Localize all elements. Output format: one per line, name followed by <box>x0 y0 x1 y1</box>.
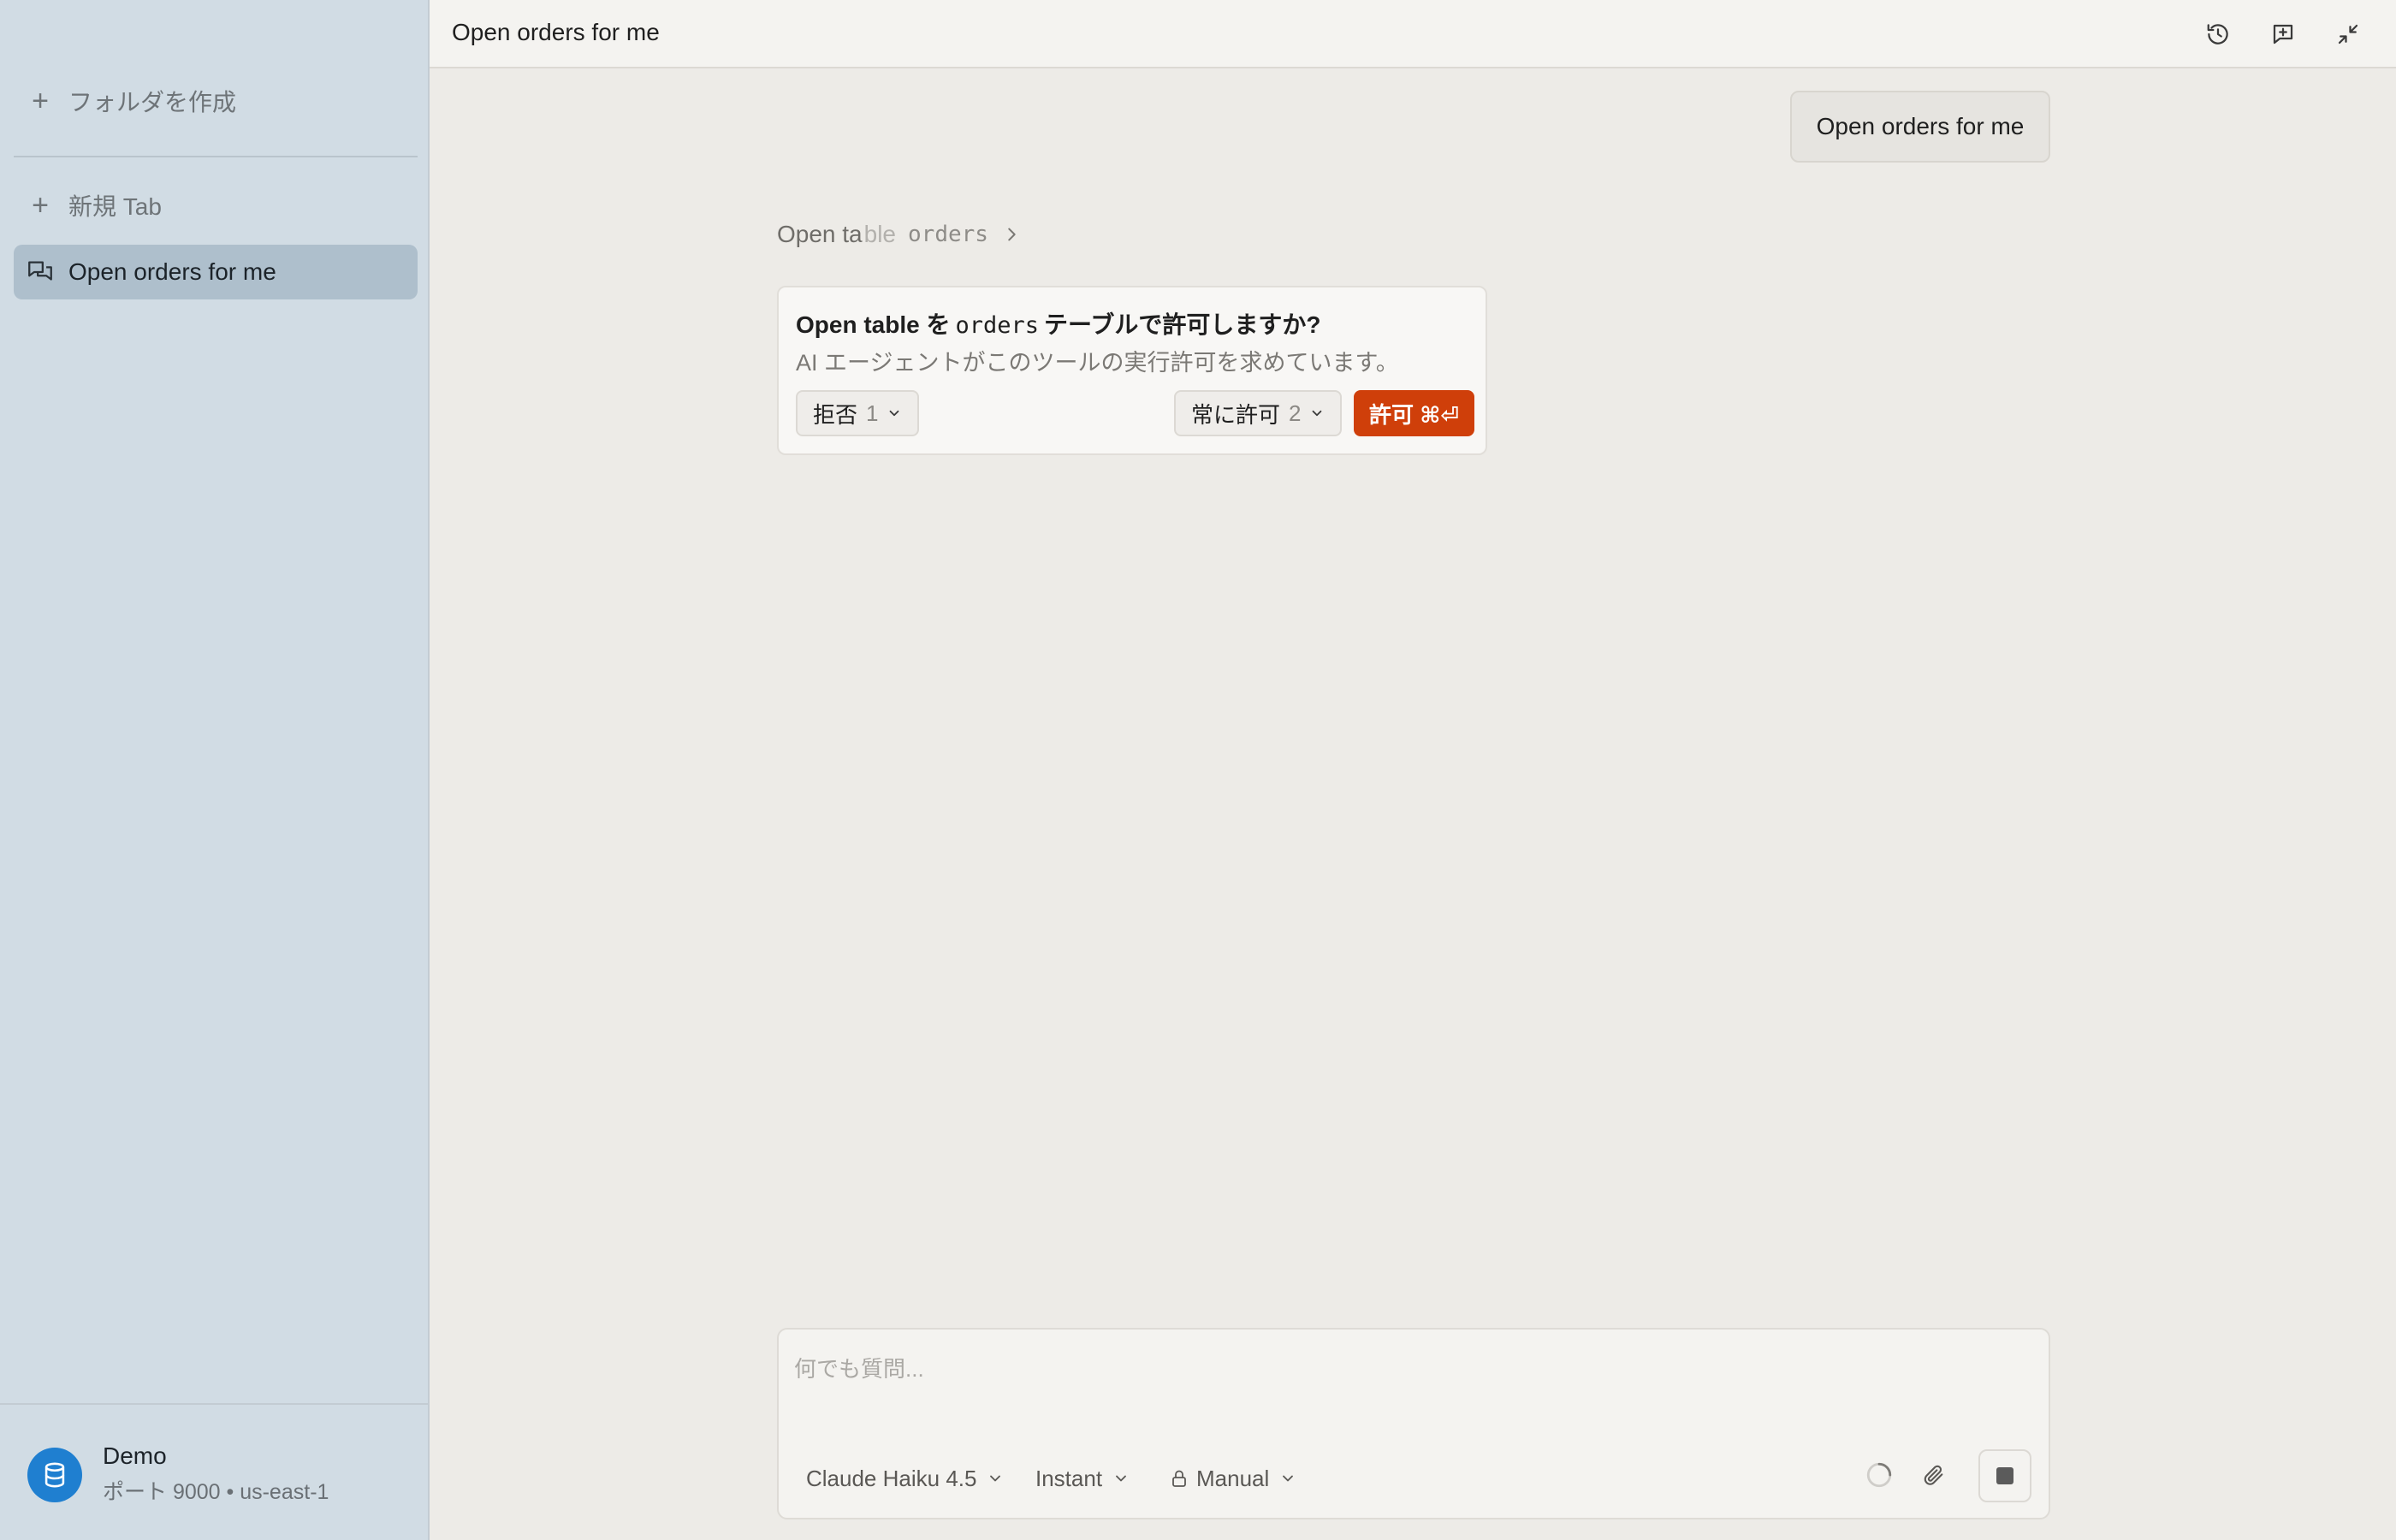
chevron-right-icon <box>1002 225 1021 244</box>
new-chat-icon <box>2270 21 2296 47</box>
permission-title-code: orders <box>955 312 1040 339</box>
create-folder-button[interactable]: + フォルダを作成 <box>26 75 236 127</box>
connection-detail: ポート 9000 • us-east-1 <box>103 1480 329 1504</box>
new-chat-button[interactable] <box>2266 17 2300 51</box>
connection-info[interactable]: Demo ポート 9000 • us-east-1 <box>0 1403 428 1540</box>
model-selector[interactable]: Claude Haiku 4.5 <box>806 1461 1004 1496</box>
new-tab-label: 新規 Tab <box>68 193 162 220</box>
permission-request-card: Open table を orders テーブルで許可しますか? AI エージェント… <box>777 286 1487 455</box>
deny-button[interactable]: 拒否 1 <box>796 390 920 436</box>
deny-label: 拒否 <box>813 401 858 428</box>
always-allow-shortcut: 2 <box>1289 400 1302 426</box>
stop-icon <box>1996 1467 2013 1484</box>
new-tab-button[interactable]: + 新規 Tab <box>26 180 162 231</box>
chevron-down-icon <box>987 1470 1004 1487</box>
tool-call-summary[interactable]: Open ta ble orders <box>777 221 1021 248</box>
model-label: Claude Haiku 4.5 <box>806 1465 977 1491</box>
plus-icon: + <box>32 85 49 117</box>
tool-call-label: Open ta <box>777 221 863 247</box>
sidebar-item-label: Open orders for me <box>68 258 276 285</box>
always-allow-label: 常に許可 <box>1191 401 1281 428</box>
always-allow-button[interactable]: 常に許可 2 <box>1174 390 1343 436</box>
chevron-down-icon <box>1309 406 1325 421</box>
lock-icon <box>1169 1468 1189 1489</box>
user-message-text: Open orders for me <box>1816 113 2025 139</box>
tool-call-label-faded: ble <box>863 221 897 247</box>
chevron-down-icon <box>1112 1470 1130 1487</box>
allow-button[interactable]: 許可 ⌘⏎ <box>1354 390 1475 436</box>
chat-composer: Claude Haiku 4.5 Instant Manual <box>777 1328 2050 1519</box>
permission-description: AI エージェントがこのツールの実行許可を求めています。 <box>796 350 1399 376</box>
permission-title-prefix: Open table を <box>796 311 951 338</box>
plus-icon: + <box>32 189 49 222</box>
approval-mode-selector[interactable]: Manual <box>1169 1461 1296 1496</box>
permission-title-suffix: テーブルで許可しますか? <box>1044 311 1321 338</box>
chat-bubbles-icon <box>26 258 55 287</box>
history-icon <box>2205 21 2231 47</box>
history-button[interactable] <box>2201 17 2235 51</box>
connection-name: Demo <box>103 1442 167 1469</box>
collapse-icon <box>2335 21 2361 47</box>
chat-header: Open orders for me <box>430 0 2396 68</box>
attach-button[interactable] <box>1917 1458 1951 1492</box>
chevron-down-icon <box>1279 1470 1296 1487</box>
paperclip-icon <box>1922 1463 1946 1487</box>
chat-input[interactable] <box>792 1347 2028 1391</box>
sidebar: + フォルダを作成 + 新規 Tab Open orders for me De… <box>0 0 430 1540</box>
user-message: Open orders for me <box>1790 91 2050 163</box>
create-folder-label: フォルダを作成 <box>68 89 237 116</box>
collapse-button[interactable] <box>2331 17 2365 51</box>
deny-shortcut: 1 <box>866 400 879 426</box>
mode-label: Instant <box>1035 1465 1103 1491</box>
tool-call-argument: orders <box>908 222 988 247</box>
page-title: Open orders for me <box>452 19 660 45</box>
approval-mode-label: Manual <box>1196 1465 1270 1491</box>
permission-title: Open table を orders テーブルで許可しますか? <box>796 306 1320 341</box>
allow-label: 許可 ⌘⏎ <box>1369 401 1460 428</box>
sidebar-divider <box>14 156 418 157</box>
mode-selector[interactable]: Instant <box>1035 1461 1130 1496</box>
loading-spinner-icon <box>1862 1458 1896 1492</box>
sidebar-item-open-orders[interactable]: Open orders for me <box>14 245 418 299</box>
database-icon <box>27 1448 82 1502</box>
chevron-down-icon <box>887 406 902 421</box>
stop-button[interactable] <box>1978 1449 2031 1502</box>
